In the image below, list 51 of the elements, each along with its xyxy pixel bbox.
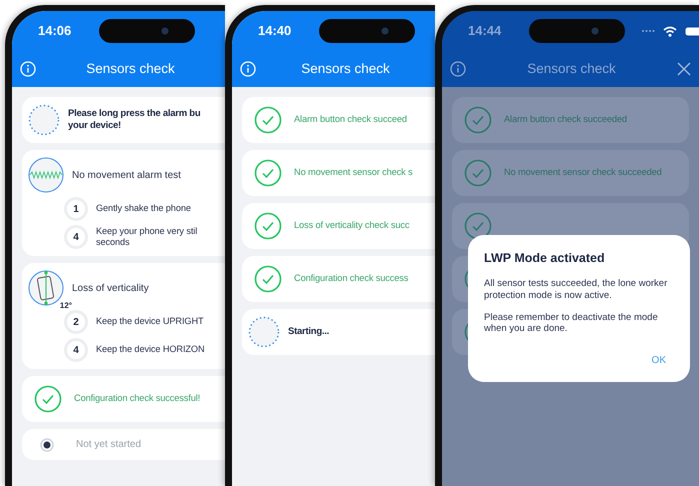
step-text: Keep the device HORIZON bbox=[96, 344, 205, 356]
step-text: Keep your phone very stil seconds bbox=[96, 226, 198, 248]
screen-title: Sensors check bbox=[300, 60, 391, 78]
dialog-text: All sensor tests succeeded, the lone worker protection mode is now active. bbox=[484, 278, 668, 302]
test-title: Loss of verticality bbox=[72, 282, 149, 296]
info-icon[interactable] bbox=[450, 61, 466, 77]
step-counter: 4 bbox=[64, 338, 88, 362]
battery-icon bbox=[685, 26, 699, 36]
check-icon bbox=[254, 106, 282, 134]
camera-notch-icon bbox=[99, 19, 196, 43]
angle-label: 12° bbox=[60, 300, 72, 312]
camera-notch-icon bbox=[529, 19, 626, 43]
instruction-text: Please long press the alarm bu your device! bbox=[68, 108, 200, 132]
radio-icon bbox=[40, 438, 54, 452]
success-text: No movement sensor check s bbox=[294, 166, 413, 180]
success-text: Loss of verticality check succ bbox=[294, 219, 410, 232]
status-text: Not yet started bbox=[76, 438, 142, 452]
success-text: Alarm button check succeed bbox=[294, 113, 407, 126]
screen-title: Sensors check bbox=[526, 60, 617, 78]
wifi-icon bbox=[663, 26, 678, 36]
signal-icon bbox=[641, 29, 656, 33]
check-icon bbox=[254, 159, 282, 187]
check-icon bbox=[34, 385, 62, 413]
spinner-icon bbox=[28, 104, 60, 136]
check-icon bbox=[464, 212, 492, 240]
check-icon bbox=[254, 265, 282, 293]
step-counter: 1 bbox=[64, 197, 88, 221]
success-text: Configuration check successful! bbox=[74, 392, 200, 406]
check-icon bbox=[464, 159, 492, 187]
step-counter: 4 bbox=[64, 225, 88, 249]
close-icon[interactable] bbox=[677, 62, 691, 76]
instruction-text: Starting... bbox=[288, 326, 330, 338]
spinner-icon bbox=[248, 316, 280, 348]
success-text: Alarm button check succeeded bbox=[504, 113, 627, 126]
check-icon bbox=[464, 106, 492, 134]
camera-notch-icon bbox=[319, 19, 416, 43]
success-text: No movement sensor check succeeded bbox=[504, 166, 662, 180]
success-text: Configuration check success bbox=[294, 272, 408, 286]
check-icon bbox=[254, 212, 282, 240]
screen-title: Sensors check bbox=[85, 60, 176, 78]
test-title: No movement alarm test bbox=[72, 168, 181, 182]
vibration-icon bbox=[28, 157, 64, 193]
step-text: Gently shake the phone bbox=[96, 203, 191, 215]
status-time: 14:44 bbox=[468, 22, 502, 40]
step-counter: 2 bbox=[64, 310, 88, 334]
dialog-title: LWP Mode activated bbox=[484, 250, 606, 267]
dialog-text: Please remember to deactivate the mode when you are done. bbox=[484, 312, 659, 336]
step-text: Keep the device UPRIGHT bbox=[96, 316, 204, 328]
status-time: 14:40 bbox=[258, 22, 292, 40]
status-time: 14:06 bbox=[38, 22, 72, 40]
ok-button[interactable]: OK bbox=[644, 349, 674, 372]
